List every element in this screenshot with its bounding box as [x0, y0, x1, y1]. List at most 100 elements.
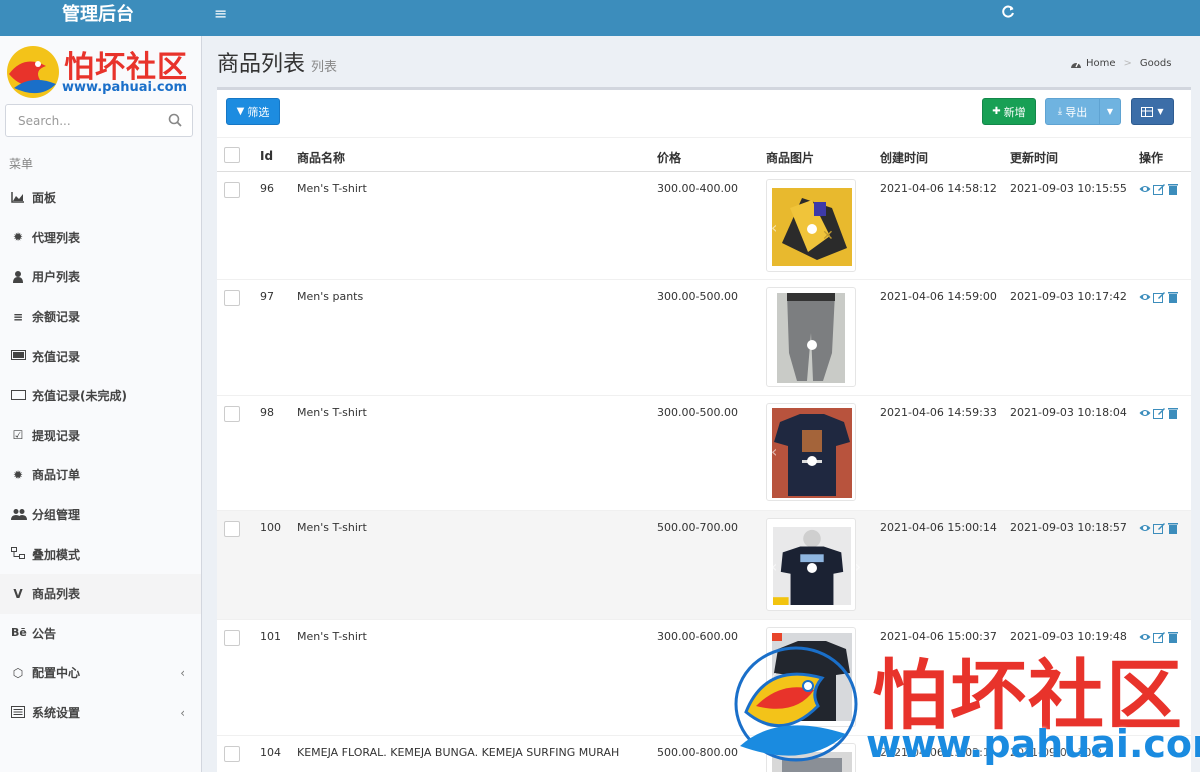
carousel-next-icon[interactable]: ›	[855, 557, 861, 576]
table-row[interactable]: 101 Men's T-shirt 300.00-600.00 ‹ › 2021…	[217, 620, 1191, 736]
cell-updated: 2021-09-03 10:15:55	[1010, 182, 1127, 195]
sidebar-item-label: 叠加模式	[32, 547, 81, 562]
column-header-price[interactable]: 价格	[657, 149, 681, 166]
column-header-id[interactable]: Id	[260, 149, 273, 163]
sidebar-item-label: 分组管理	[32, 508, 81, 523]
table-row[interactable]: 97 Men's pants 300.00-500.00 ‹ › 2021-04…	[217, 280, 1191, 396]
carousel-next-icon[interactable]: ›	[855, 326, 861, 345]
filter-icon: ▼	[236, 106, 245, 117]
table-row[interactable]: 100 Men's T-shirt 500.00-700.00 ‹ › 2021…	[217, 511, 1191, 620]
row-checkbox[interactable]	[224, 406, 240, 422]
add-button[interactable]: ✚ 新增	[982, 98, 1036, 125]
row-checkbox[interactable]	[224, 290, 240, 306]
sidebar-item-recharge-pending[interactable]: 充值记录(未完成)	[0, 376, 201, 416]
product-image-carousel[interactable]	[766, 743, 856, 772]
sidebar-item-label: 余额记录	[32, 310, 81, 325]
filter-button[interactable]: ▼ 筛选	[226, 98, 280, 125]
table-row[interactable]: 96 Men's T-shirt 300.00-400.00 ✕ ‹ › 202…	[217, 172, 1191, 280]
product-image-carousel[interactable]: ✕ ‹ ›	[766, 179, 861, 272]
breadcrumb-home[interactable]: Home	[1086, 58, 1116, 69]
column-header-updated[interactable]: 更新时间	[1010, 149, 1058, 166]
edit-icon[interactable]	[1153, 407, 1165, 419]
cell-name: Men's T-shirt	[297, 630, 367, 643]
product-image	[777, 293, 845, 383]
sitemap-icon	[11, 547, 25, 561]
carousel-indicator[interactable]	[807, 563, 817, 573]
sidebar-item-groups[interactable]: 分组管理	[0, 495, 201, 535]
row-checkbox[interactable]	[224, 182, 240, 198]
carousel-prev-icon[interactable]: ‹	[771, 442, 777, 461]
carousel-next-icon[interactable]: ›	[855, 666, 861, 685]
carousel-indicator[interactable]	[807, 340, 817, 350]
product-image-carousel[interactable]: ‹ ›	[766, 518, 861, 611]
carousel-prev-icon[interactable]: ‹	[771, 557, 777, 576]
sidebar-menu: 面板 ✹ 代理列表 用户列表 ≡ 余额记录 充值记录 充值记录(未完成) ☑ 提现记录…	[0, 178, 201, 732]
sidebar-item-withdraw[interactable]: ☑ 提现记录	[0, 416, 201, 456]
table-row[interactable]: 104 KEMEJA FLORAL. KEMEJA BUNGA. KEMEJA …	[217, 736, 1191, 772]
row-checkbox[interactable]	[224, 521, 240, 537]
view-icon[interactable]	[1139, 183, 1151, 195]
table-row[interactable]: 98 Men's T-shirt 300.00-500.00 ‹ › 2021-…	[217, 396, 1191, 511]
menu-toggle-icon[interactable]: ≡	[214, 6, 227, 22]
edit-icon[interactable]	[1153, 291, 1165, 303]
row-checkbox[interactable]	[224, 746, 240, 762]
sidebar-item-orders[interactable]: ✹ 商品订单	[0, 455, 201, 495]
column-header-name[interactable]: 商品名称	[297, 149, 345, 166]
product-image	[772, 408, 852, 498]
carousel-prev-icon[interactable]: ‹	[771, 326, 777, 345]
delete-icon[interactable]	[1167, 631, 1179, 643]
search-input[interactable]	[6, 105, 156, 136]
product-image-carousel[interactable]: ‹ ›	[766, 627, 861, 727]
export-dropdown-toggle[interactable]: ▼	[1099, 98, 1121, 125]
brand-title[interactable]: 管理后台	[0, 0, 200, 36]
carousel-indicator[interactable]	[807, 680, 817, 690]
site-logo[interactable]: 怕坏社区 www.pahuai.com	[4, 42, 196, 100]
delete-icon[interactable]	[1167, 291, 1179, 303]
list-icon: ≡	[12, 309, 24, 324]
carousel-prev-icon[interactable]: ‹	[771, 666, 777, 685]
product-image-carousel[interactable]: ‹ ›	[766, 287, 861, 387]
cell-price: 300.00-400.00	[657, 182, 738, 195]
carousel-indicator[interactable]	[807, 456, 817, 466]
sidebar-item-goods[interactable]: V 商品列表	[0, 573, 201, 614]
edit-icon[interactable]	[1153, 183, 1165, 195]
column-header-created[interactable]: 创建时间	[880, 149, 928, 166]
edit-icon[interactable]	[1153, 631, 1165, 643]
search-icon[interactable]	[168, 113, 182, 127]
view-icon[interactable]	[1139, 522, 1151, 534]
row-checkbox[interactable]	[224, 630, 240, 646]
carousel-indicator[interactable]	[807, 224, 817, 234]
view-icon[interactable]	[1139, 631, 1151, 643]
chevron-left-icon: ‹	[180, 705, 185, 720]
sidebar-item-balance[interactable]: ≡ 余额记录	[0, 297, 201, 337]
cell-created: 2021-04-06 14:59:33	[880, 406, 997, 419]
area-chart-icon	[11, 191, 25, 205]
product-image-carousel[interactable]: ‹ ›	[766, 403, 861, 501]
sidebar-item-notice[interactable]: Bē 公告	[0, 614, 201, 654]
add-button-label: 新增	[1003, 105, 1026, 119]
delete-icon[interactable]	[1167, 407, 1179, 419]
sidebar-item-system[interactable]: 系统设置 ‹	[0, 693, 201, 733]
sidebar-item-config[interactable]: ⬡ 配置中心 ‹	[0, 653, 201, 693]
behance-icon: Bē	[11, 626, 27, 640]
sidebar-item-stack-mode[interactable]: 叠加模式	[0, 534, 201, 574]
carousel-prev-icon[interactable]: ‹	[771, 218, 777, 237]
list-alt-icon	[11, 705, 25, 720]
select-all-checkbox[interactable]	[224, 147, 240, 163]
edit-icon[interactable]	[1153, 522, 1165, 534]
carousel-next-icon[interactable]: ›	[855, 442, 861, 461]
sidebar-item-users[interactable]: 用户列表	[0, 257, 201, 297]
export-button[interactable]: ⤓ 导出	[1045, 98, 1100, 125]
carousel-next-icon[interactable]: ›	[855, 218, 861, 237]
delete-icon[interactable]	[1167, 183, 1179, 195]
sidebar-item-agents[interactable]: ✹ 代理列表	[0, 218, 201, 258]
delete-icon[interactable]	[1167, 522, 1179, 534]
columns-toggle-button[interactable]: ▼	[1131, 98, 1174, 125]
cell-id: 100	[260, 521, 281, 534]
sidebar-item-recharge[interactable]: 充值记录	[0, 336, 201, 376]
refresh-icon[interactable]	[1001, 5, 1015, 22]
view-icon[interactable]	[1139, 407, 1151, 419]
view-icon[interactable]	[1139, 291, 1151, 303]
sidebar-item-dashboard[interactable]: 面板	[0, 178, 201, 218]
caret-down-icon: ▼	[1106, 107, 1114, 116]
